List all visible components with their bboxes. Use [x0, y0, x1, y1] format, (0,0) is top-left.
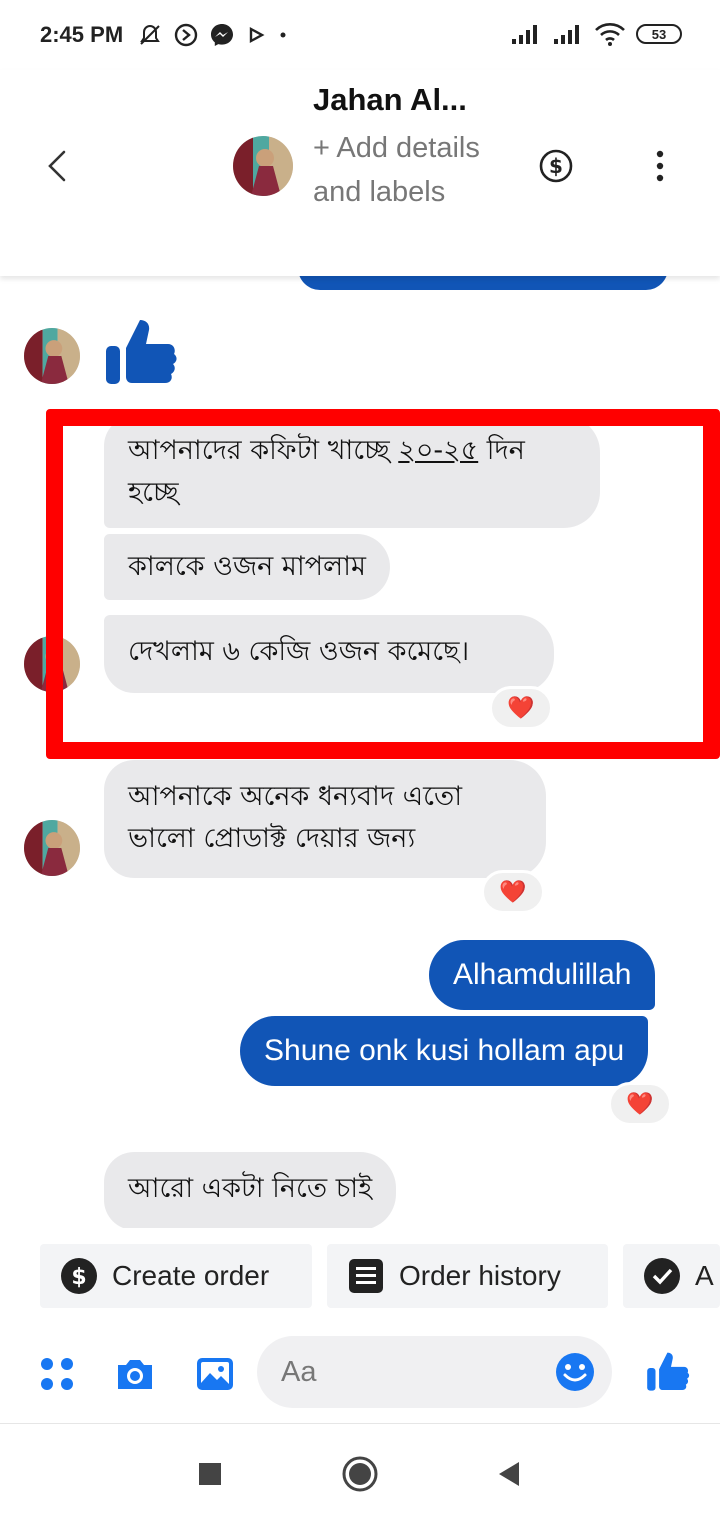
wifi-icon [595, 23, 625, 46]
message-bubble-incoming[interactable]: কালকে ওজন মাপলাম [104, 534, 390, 600]
dot-icon [280, 32, 286, 38]
message-text: আরো একটা নিতে চাই [128, 1173, 373, 1204]
heart-icon: ❤️ [626, 1091, 654, 1117]
home-icon[interactable] [340, 1454, 380, 1494]
dollar-circle-icon: $ [61, 1258, 97, 1294]
message-text: আপনাদের কফিটা খাচ্ছে [128, 435, 399, 466]
status-icons-right: 53 [510, 22, 682, 46]
status-icons-left [137, 22, 289, 48]
svg-text:$: $ [549, 154, 563, 178]
sender-avatar[interactable] [24, 636, 80, 692]
emoji-icon[interactable] [554, 1351, 596, 1393]
order-history-button[interactable]: Order history [327, 1244, 608, 1308]
list-icon [349, 1259, 383, 1293]
message-bubble-outgoing[interactable]: Alhamdulillah [429, 940, 656, 1010]
message-bubble-partial[interactable] [298, 276, 668, 290]
more-vertical-icon[interactable] [648, 148, 672, 184]
camera-icon[interactable] [114, 1353, 156, 1395]
image-icon[interactable] [194, 1353, 236, 1395]
message-list[interactable]: আপনাদের কফিটা খাচ্ছে ২০-২৫ দিন হচ্ছে কাল… [0, 276, 720, 1228]
battery-icon: 53 [636, 24, 682, 44]
status-bar: 2:45 PM 53 [0, 0, 720, 70]
silent-icon [140, 24, 161, 45]
signal-icon [554, 25, 579, 44]
message-text: কালকে ওজন মাপলাম [128, 551, 366, 582]
signal-icon [512, 25, 537, 44]
message-text: Alhamdulillah [453, 958, 632, 991]
message-bubble-incoming[interactable]: আপনাদের কফিটা খাচ্ছে ২০-২৫ দিন হচ্ছে [104, 416, 600, 528]
message-text-underlined[interactable]: ২০-২৫ [398, 435, 478, 466]
create-order-button[interactable]: $ Create order [40, 1244, 312, 1308]
messenger-icon [211, 24, 234, 46]
like-icon[interactable] [646, 1349, 690, 1393]
message-bubble-incoming[interactable]: আপনাকে অনেক ধন্যবাদ এতো ভালো প্রোডাক্ট দ… [104, 760, 546, 878]
message-text: দেখলাম ৬ কেজি ওজন কমেছে। [128, 636, 470, 667]
quick-action-partial[interactable]: A [623, 1244, 720, 1308]
scroll-icon [174, 23, 198, 47]
reaction-badge[interactable]: ❤️ [481, 870, 545, 914]
message-bubble-incoming[interactable]: আরো একটা নিতে চাই [104, 1152, 397, 1228]
sender-avatar[interactable] [24, 328, 80, 384]
order-history-label: Order history [399, 1260, 561, 1291]
heart-icon: ❤️ [499, 879, 527, 905]
quick-action-label: A [695, 1260, 714, 1291]
like-icon[interactable] [104, 314, 178, 388]
create-order-label: Create order [112, 1260, 270, 1291]
reaction-badge[interactable]: ❤️ [608, 1082, 672, 1126]
sender-avatar[interactable] [24, 820, 80, 876]
message-composer [0, 1323, 720, 1423]
system-nav-bar [0, 1423, 720, 1520]
message-bubble-incoming[interactable]: দেখলাম ৬ কেজি ওজন কমেছে। [104, 615, 554, 693]
conversation-header: Jahan Al... + Add details and labels $ [0, 70, 720, 276]
recents-icon[interactable] [190, 1454, 230, 1494]
chevron-left-icon[interactable] [40, 148, 76, 184]
heart-icon: ❤️ [507, 695, 535, 721]
status-time: 2:45 PM [40, 22, 124, 47]
message-text: আপনাকে অনেক ধন্যবাদ এতো ভালো প্রোডাক্ট দ… [128, 781, 463, 854]
add-details-link[interactable]: + Add details and labels [313, 126, 503, 214]
message-text: Shune onk kusi hollam apu [264, 1034, 625, 1067]
check-circle-icon [644, 1258, 680, 1294]
dollar-circle-icon[interactable]: $ [538, 148, 574, 184]
contact-avatar[interactable] [233, 136, 293, 196]
svg-text:$: $ [71, 1265, 86, 1290]
back-icon[interactable] [490, 1454, 530, 1494]
play-icon [249, 26, 265, 44]
reaction-badge[interactable]: ❤️ [489, 686, 553, 730]
contact-name[interactable]: Jahan Al... [313, 82, 467, 118]
apps-icon[interactable] [36, 1353, 78, 1395]
message-bubble-outgoing[interactable]: Shune onk kusi hollam apu [240, 1016, 649, 1086]
quick-actions-bar: $ Create order Order history A [0, 1228, 720, 1323]
